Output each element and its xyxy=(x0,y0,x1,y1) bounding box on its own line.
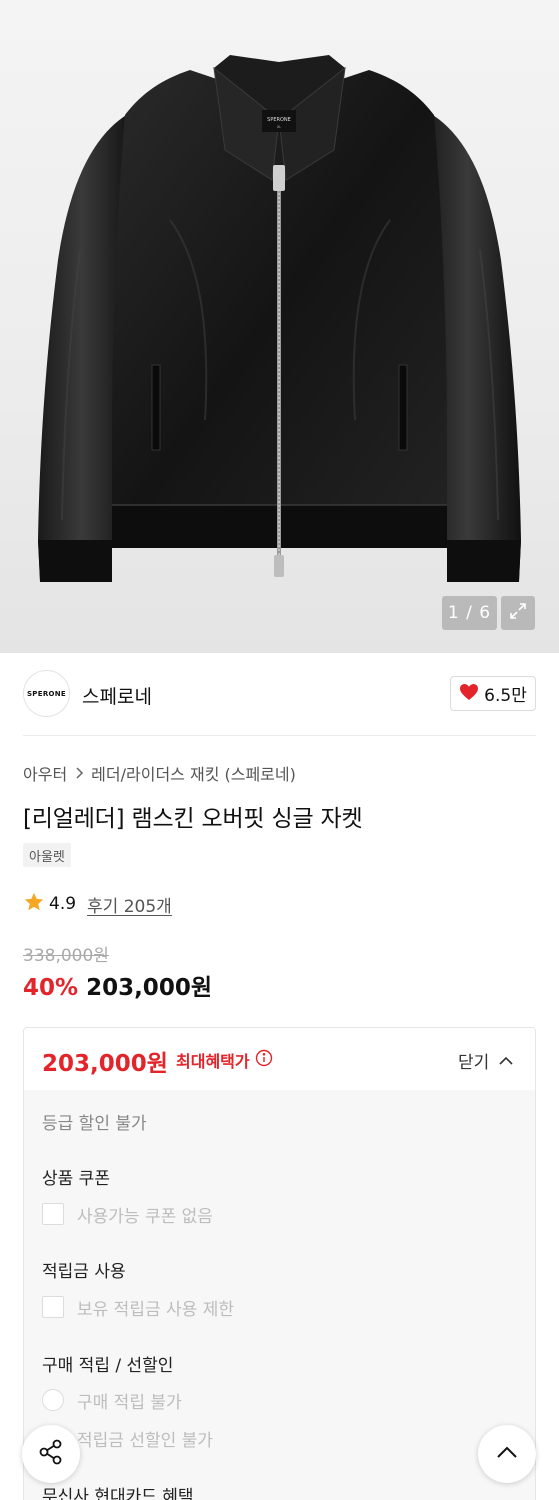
chevron-right-icon xyxy=(74,766,84,780)
purchase-option-1: 구매 적립 불가 xyxy=(77,1393,182,1413)
brand-row: SPERONE 스페로네 6.5만 xyxy=(0,653,559,736)
neck-label-size: XL xyxy=(277,125,281,129)
outlet-tag: 아울렛 xyxy=(23,843,71,867)
coupon-checkbox[interactable] xyxy=(42,1203,64,1225)
share-button[interactable] xyxy=(22,1425,80,1483)
expand-icon xyxy=(508,601,528,625)
scroll-top-button[interactable] xyxy=(478,1425,536,1483)
divider xyxy=(23,735,536,736)
product-image-gallery[interactable]: SPERONE XL 1 / 6 xyxy=(0,0,559,653)
like-button[interactable]: 6.5만 xyxy=(450,676,536,711)
purchase-radio-1[interactable] xyxy=(42,1389,64,1411)
review-link[interactable]: 후기 205개 xyxy=(87,892,172,917)
points-option: 보유 적립금 사용 제한 xyxy=(77,1300,234,1320)
close-label: 닫기 xyxy=(458,1053,490,1073)
brand-logo-text: SPERONE xyxy=(26,689,67,698)
benefit-label[interactable]: 최대혜택가 xyxy=(176,1048,273,1072)
chevron-up-icon xyxy=(498,1051,514,1071)
rating-row: 4.9 후기 205개 xyxy=(23,891,172,917)
star-icon xyxy=(23,891,45,917)
info-icon[interactable] xyxy=(255,1049,273,1071)
benefit-panel: 203,000원 최대혜택가 닫기 등급 할인 불가 상품 쿠폰 사용가능 쿠폰… xyxy=(23,1027,536,1500)
benefit-header: 203,000원 최대혜택가 닫기 xyxy=(24,1028,535,1090)
rating-value: 4.9 xyxy=(49,894,77,914)
benefit-body: 등급 할인 불가 상품 쿠폰 사용가능 쿠폰 없음 적립금 사용 보유 적립금 … xyxy=(24,1090,535,1500)
sale-price: 203,000원 xyxy=(86,975,212,1001)
breadcrumb: 아우터 레더/라이더스 재킷 (스페로네) xyxy=(23,761,296,785)
expand-button[interactable] xyxy=(501,596,535,630)
product-image: SPERONE XL xyxy=(38,55,521,582)
like-count: 6.5만 xyxy=(484,686,527,706)
breadcrumb-item-outer[interactable]: 아우터 xyxy=(23,761,67,785)
benefit-close-toggle[interactable]: 닫기 xyxy=(458,1048,514,1073)
original-price: 338,000원 xyxy=(23,946,109,966)
brand-logo[interactable]: SPERONE xyxy=(23,670,70,717)
benefit-price: 203,000원 xyxy=(42,1051,168,1077)
discount-rate: 40% xyxy=(23,975,79,1001)
brand-name[interactable]: 스페로네 xyxy=(82,682,152,709)
grade-note: 등급 할인 불가 xyxy=(42,1114,147,1134)
breadcrumb-item-category[interactable]: 레더/라이더스 재킷 (스페로네) xyxy=(91,761,296,785)
heart-icon xyxy=(459,683,479,705)
chevron-up-icon xyxy=(495,1444,519,1464)
price-row: 40% 203,000원 xyxy=(23,968,212,1002)
image-counter: 1 / 6 xyxy=(442,596,497,630)
coupon-title: 상품 쿠폰 xyxy=(42,1169,110,1189)
points-title: 적립금 사용 xyxy=(42,1262,126,1282)
share-icon xyxy=(37,1438,65,1470)
neck-label-text: SPERONE xyxy=(267,117,291,123)
coupon-option: 사용가능 쿠폰 없음 xyxy=(77,1207,213,1227)
purchase-title: 구매 적립 / 선할인 xyxy=(42,1356,174,1376)
points-checkbox[interactable] xyxy=(42,1296,64,1318)
product-title: [리얼레더] 램스킨 오버핏 싱글 자켓 xyxy=(23,806,363,832)
card-benefit-title: 무신사 현대카드 혜택 xyxy=(42,1487,194,1500)
purchase-option-2: 적립금 선할인 불가 xyxy=(77,1431,213,1451)
benefit-label-text: 최대혜택가 xyxy=(176,1052,250,1071)
